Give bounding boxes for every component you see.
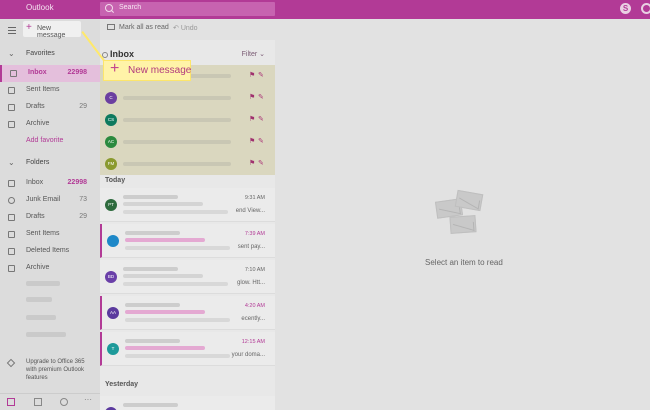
message-list: Inbox Filter ⌄ ⚑ ✎ C ⚑ ✎ CS ⚑ ✎ AC ⚑ ✎ F… [100,40,275,410]
new-message-callout: + New message [103,60,191,81]
new-message-button[interactable]: + New message [23,21,81,39]
folder-item-blurred[interactable] [26,281,60,286]
folder-item-deleted[interactable]: Deleted Items [0,243,100,260]
avatar [107,235,119,247]
hamburger-icon[interactable] [8,27,16,36]
send-icon [8,231,15,238]
flag-icon[interactable]: ⚑ [249,71,255,79]
folder-item-blurred[interactable] [26,332,66,337]
inbox-icon [8,180,15,187]
avatar: AA [107,307,119,319]
folder-item-junk[interactable]: Junk Email 73 [0,192,100,209]
folders-header[interactable]: ⌄ Folders [0,155,100,172]
pencil-icon [8,104,15,111]
list-item[interactable]: 7:39 AM sent pay... [100,224,275,258]
new-message-label: New message [37,25,66,39]
envelope-open-icon [107,24,115,30]
empty-reading-text: Select an item to read [425,258,503,267]
mark-all-read-button[interactable]: Mark all as read [107,24,169,31]
top-bar: Outlook Search S [0,0,650,19]
calendar-icon[interactable] [34,398,42,406]
app-title[interactable]: Outlook [26,3,54,12]
list-title: Inbox [110,49,134,59]
pinned-message[interactable]: C ⚑ ✎ [100,87,275,109]
folder-item-blurred[interactable] [26,297,52,302]
favorites-header[interactable]: ⌄ Favorites [0,46,100,63]
folder-item-archive[interactable]: Archive [0,260,100,277]
favorites-item-archive[interactable]: Archive [0,116,100,133]
avatar: T [107,343,119,355]
folder-item-drafts[interactable]: Drafts 29 [0,209,100,226]
inbox-icon [10,70,17,77]
search-placeholder: Search [119,4,142,11]
chevron-down-icon: ⌄ [8,49,15,58]
archive-icon [8,121,15,128]
avatar: C [105,92,117,104]
reading-pane: Select an item to read [275,40,650,410]
search-input[interactable]: Search [100,2,275,16]
app-switcher: ··· [0,393,100,410]
favorites-item-drafts[interactable]: Drafts 29 [0,99,100,116]
filter-button[interactable]: Filter ⌄ [242,50,265,58]
envelopes-icon [434,189,492,242]
list-item[interactable]: BD 7:10 AM glow. Htt... [100,260,275,294]
pin-icon[interactable]: ✎ [258,115,264,123]
plus-icon: + [110,60,120,77]
send-icon [8,87,15,94]
list-item[interactable]: AA [100,396,275,410]
avatar: PT [105,199,117,211]
undo-button[interactable]: ↶ Undo [173,24,198,32]
archive-icon [8,265,15,272]
folder-item-blurred[interactable] [26,315,56,320]
list-item[interactable]: PT 9:31 AM end View... [100,188,275,222]
skype-icon[interactable]: S [620,3,631,14]
group-header-yesterday: Yesterday [105,381,139,388]
people-icon[interactable] [60,398,68,406]
undo-icon: ↶ [173,25,181,32]
pencil-icon [8,214,15,221]
pin-icon[interactable]: ✎ [258,71,264,79]
search-icon [105,4,113,12]
avatar: AC [105,136,117,148]
block-icon [8,197,15,204]
pinned-message[interactable]: FM ⚑ ✎ [100,153,275,175]
avatar: FM [105,158,117,170]
avatar: CS [105,114,117,126]
avatar: BD [105,271,117,283]
chevron-down-icon: ⌄ [8,158,15,167]
pin-icon[interactable]: ✎ [258,93,264,101]
list-item[interactable]: T 12:15 AM your doma... [100,332,275,366]
flag-icon[interactable]: ⚑ [249,137,255,145]
favorites-item-inbox[interactable]: Inbox 22998 [0,65,100,82]
callout-label: New message [128,65,192,76]
group-header-today: Today [105,177,126,184]
favorites-item-sent[interactable]: Sent Items [0,82,100,99]
pinned-message[interactable]: AC ⚑ ✎ [100,131,275,153]
pinned-message[interactable]: CS ⚑ ✎ [100,109,275,131]
trash-icon [8,248,15,255]
upgrade-link[interactable]: Upgrade to Office 365 with premium Outlo… [26,358,96,382]
folder-item-inbox[interactable]: Inbox 22998 [0,175,100,192]
add-favorite-link[interactable]: Add favorite [0,133,100,150]
flag-icon[interactable]: ⚑ [249,159,255,167]
pin-icon[interactable]: ✎ [258,137,264,145]
settings-icon[interactable] [641,3,650,14]
flag-icon[interactable]: ⚑ [249,115,255,123]
flag-icon[interactable]: ⚑ [249,93,255,101]
pin-icon[interactable]: ✎ [258,159,264,167]
folder-pane: + New message ⌄ Favorites Inbox 22998 Se… [0,19,100,410]
list-item[interactable]: AA 4:20 AM ecently... [100,296,275,330]
mail-icon[interactable] [7,398,15,406]
more-icon[interactable]: ··· [84,395,92,404]
diamond-icon [6,358,16,368]
plus-icon: + [26,22,32,33]
folder-item-sent[interactable]: Sent Items [0,226,100,243]
